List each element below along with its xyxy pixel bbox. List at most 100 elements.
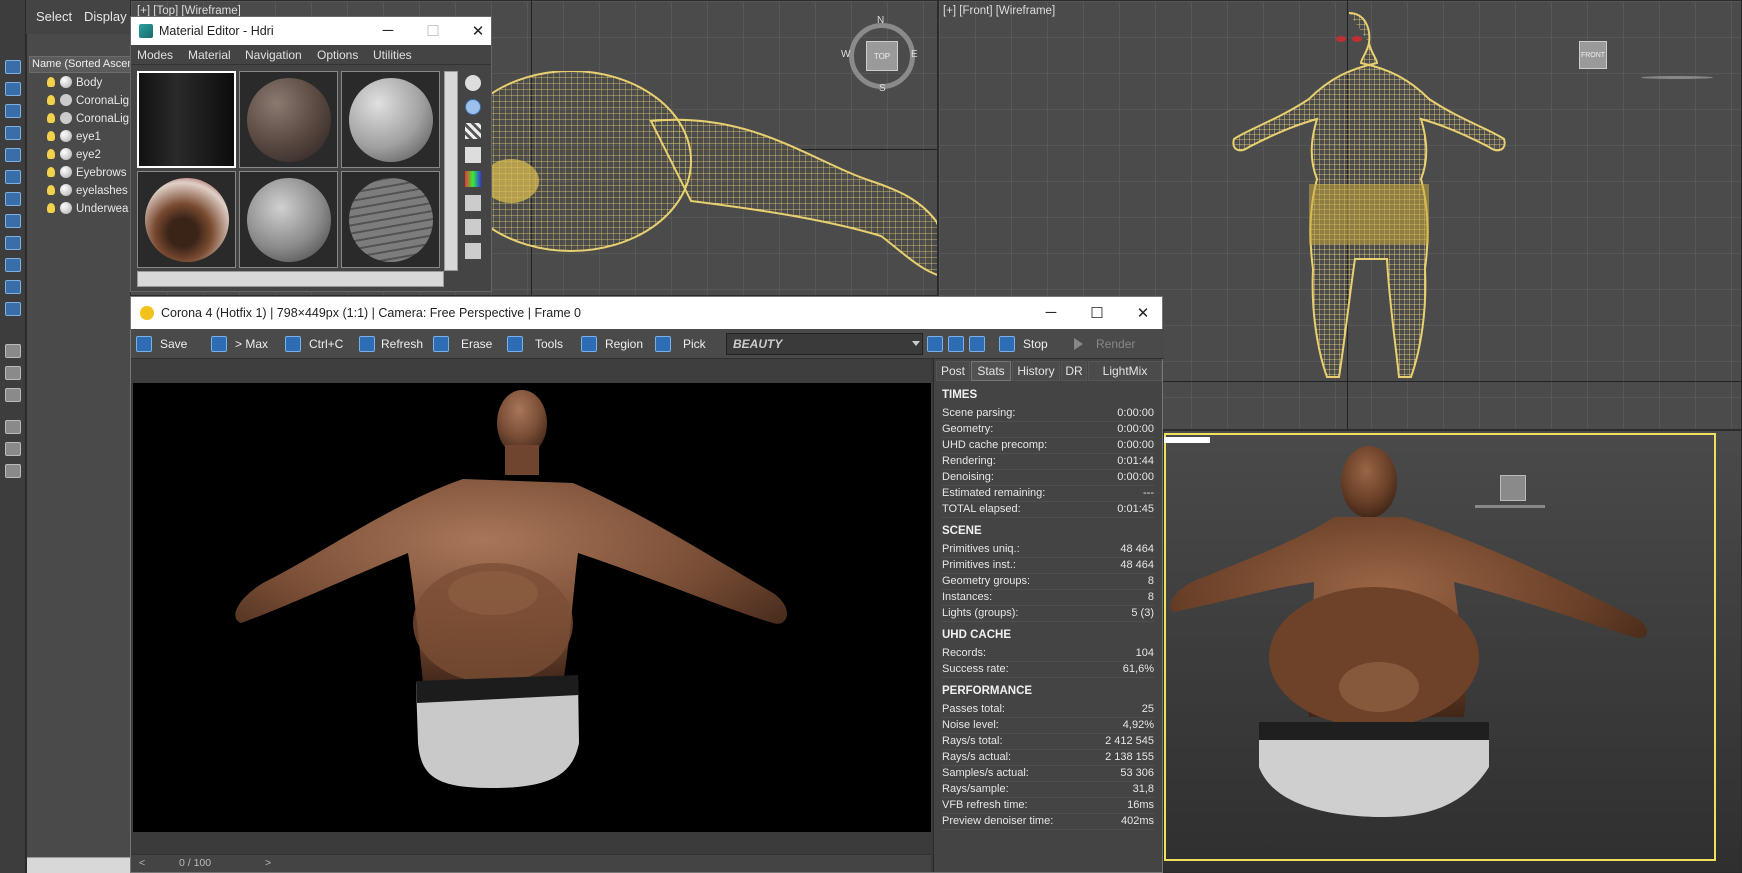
material-editor-titlebar[interactable]: Material Editor - Hdri ─ ☐ ✕ [131,17,491,45]
explorer-column-header[interactable]: Name (Sorted Ascen [29,56,131,73]
material-slot[interactable] [137,71,236,168]
viewport-label[interactable]: [+] [Front] [Wireframe] [943,5,1055,17]
lightbulb-icon[interactable] [47,167,55,177]
scene-explorer: Name (Sorted Ascen Body CoronaLig Corona… [26,34,131,873]
explorer-item[interactable]: Eyebrows [47,166,131,184]
backlight-icon[interactable] [465,99,481,115]
stat-key: Success rate: [942,663,1009,675]
tab-dr[interactable]: DR [1061,361,1087,381]
refresh-label: Refresh [381,337,424,351]
render-button[interactable]: Render [1066,333,1135,355]
explorer-item[interactable]: eye1 [47,130,131,148]
menu-display[interactable]: Display [84,9,127,24]
material-slot[interactable] [239,171,338,268]
tab-lightmix[interactable]: LightMix [1088,361,1162,381]
lightbulb-icon[interactable] [47,185,55,195]
explorer-item[interactable]: eyelashes [47,184,131,202]
render-pass-dropdown[interactable]: BEAUTY [726,333,923,355]
tool-icon[interactable] [5,82,21,96]
slots-hscrollbar[interactable] [137,271,444,287]
viewcube[interactable]: TOP [866,41,898,71]
material-slot[interactable] [137,171,236,268]
lightbulb-icon[interactable] [47,149,55,159]
lightbulb-icon[interactable] [47,203,55,213]
tool-icon[interactable] [5,104,21,118]
document-icon[interactable] [5,344,21,358]
explorer-item[interactable]: Body [47,76,131,94]
save-button[interactable]: Save [134,333,187,355]
viewcube[interactable]: FRONT [1579,41,1607,69]
tool-icon[interactable] [5,126,21,140]
minimize-button[interactable]: ─ [376,22,400,39]
make-preview-icon[interactable] [465,195,481,211]
tool-icon[interactable] [5,258,21,272]
tool-icon[interactable] [5,148,21,162]
region-button[interactable]: Region [579,333,643,355]
tab-history[interactable]: History [1012,361,1060,381]
maximize-button[interactable]: ☐ [1085,304,1109,322]
lightbulb-icon[interactable] [47,95,55,105]
pick-button[interactable]: Pick [653,333,706,355]
explorer-item[interactable]: CoronaLig [47,112,131,130]
viewport-perspective[interactable] [1163,430,1742,873]
color-check-icon[interactable] [465,171,481,187]
zoom-fit-icon[interactable] [969,336,985,352]
tool-icon[interactable] [5,170,21,184]
lightbulb-icon[interactable] [47,77,55,87]
uv-tiling-icon[interactable] [465,147,481,163]
menu-select[interactable]: Select [36,9,72,24]
tool-icon[interactable] [5,60,21,74]
zoom-in-icon[interactable] [927,336,943,352]
zoom-out-icon[interactable] [948,336,964,352]
filter-icon[interactable] [5,442,21,456]
maximize-button[interactable]: ☐ [421,22,445,40]
explorer-item[interactable]: eye2 [47,148,131,166]
to-max-button[interactable]: > Max [209,333,268,355]
document-icon[interactable] [5,388,21,402]
copy-button[interactable]: Ctrl+C [283,333,343,355]
menu-navigation[interactable]: Navigation [245,48,302,62]
select-by-material-icon[interactable] [465,243,481,259]
explorer-item[interactable]: Underwea [47,202,131,220]
render-image[interactable] [133,383,931,832]
refresh-button[interactable]: Refresh [357,333,423,355]
options-icon[interactable] [465,219,481,235]
viewcube[interactable] [1500,475,1526,501]
filter-icon[interactable] [5,420,21,434]
lightbulb-icon[interactable] [47,113,55,123]
stat-row: TOTAL elapsed: 0:01:45 [942,503,1154,518]
material-slot[interactable] [239,71,338,168]
tools-button[interactable]: Tools [505,333,563,355]
tool-icon[interactable] [5,214,21,228]
explorer-hscrollbar[interactable] [27,857,131,873]
wireframe-mesh-front[interactable] [1189,9,1509,389]
vfb-titlebar[interactable]: Corona 4 (Hotfix 1) | 798×449px (1:1) | … [131,297,1162,329]
erase-button[interactable]: Erase [431,333,492,355]
lightbulb-icon[interactable] [47,131,55,141]
menu-modes[interactable]: Modes [137,48,173,62]
material-slot[interactable] [341,171,440,268]
close-button[interactable]: ✕ [466,22,490,40]
tab-stats[interactable]: Stats [971,361,1011,381]
explorer-item[interactable]: CoronaLig [47,94,131,112]
sample-type-icon[interactable] [465,75,481,91]
next-frame-button[interactable]: > [265,857,271,869]
tool-icon[interactable] [5,236,21,250]
background-icon[interactable] [465,123,481,139]
stop-button[interactable]: Stop [993,333,1048,355]
tool-icon[interactable] [5,280,21,294]
material-slot[interactable] [341,71,440,168]
tab-post[interactable]: Post [936,361,970,381]
menu-options[interactable]: Options [317,48,358,62]
close-button[interactable]: ✕ [1131,304,1155,322]
wireframe-mesh-top[interactable] [451,71,938,291]
tool-icon[interactable] [5,192,21,206]
tool-icon[interactable] [5,302,21,316]
menu-material[interactable]: Material [188,48,231,62]
minimize-button[interactable]: ─ [1039,304,1063,321]
prev-frame-button[interactable]: < [139,857,145,869]
menu-utilities[interactable]: Utilities [373,48,412,62]
document-icon[interactable] [5,366,21,380]
layers-icon[interactable] [5,464,21,478]
slots-vscrollbar[interactable] [444,71,458,271]
